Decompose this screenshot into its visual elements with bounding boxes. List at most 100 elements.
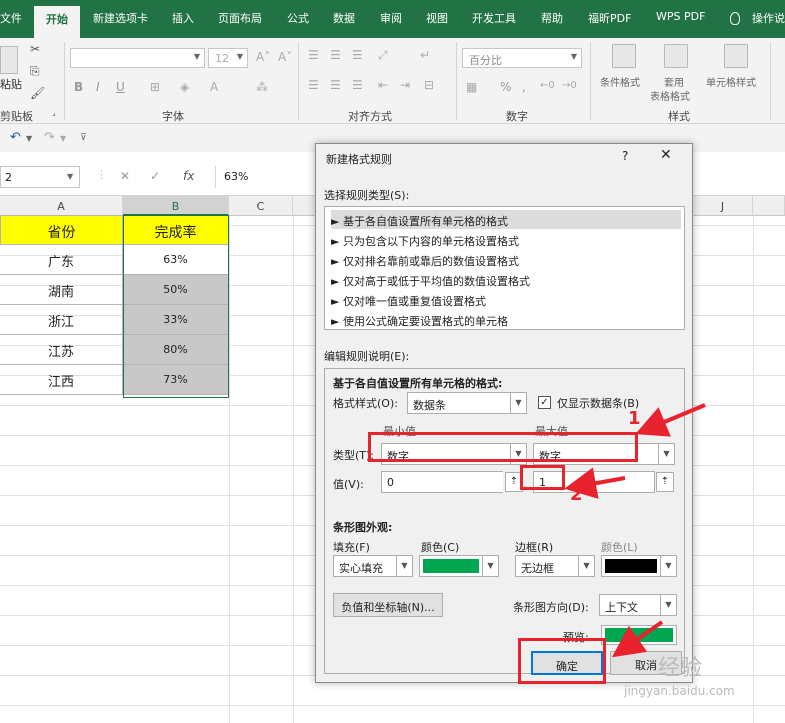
header-cell-rate[interactable]: 完成率: [123, 215, 229, 245]
tab-formulas[interactable]: 公式: [287, 10, 309, 26]
font-color-icon[interactable]: A: [210, 80, 218, 94]
ok-button[interactable]: 确定: [531, 651, 603, 675]
format-as-table-label-a[interactable]: 套用: [664, 74, 684, 89]
border-color-picker[interactable]: ▼: [601, 555, 677, 577]
format-style-select[interactable]: 数据条 ▼: [407, 392, 527, 414]
tab-foxit-pdf[interactable]: 福昕PDF: [588, 10, 631, 26]
tab-new[interactable]: 新建选项卡: [93, 10, 148, 26]
fill-type-select[interactable]: 实心填充 ▼: [333, 555, 413, 577]
align-left-icon[interactable]: ☰: [308, 78, 319, 92]
cell-styles-label[interactable]: 单元格样式: [706, 74, 756, 89]
list-item[interactable]: ► 仅对唯一值或重复值设置格式: [331, 290, 681, 309]
name-box[interactable]: 2 ▼: [0, 166, 80, 188]
tab-insert[interactable]: 插入: [172, 10, 194, 26]
close-icon[interactable]: ✕: [660, 147, 672, 163]
negative-axis-button[interactable]: 负值和坐标轴(N)...: [333, 593, 443, 617]
rate-cell[interactable]: 50%: [123, 275, 229, 305]
orientation-icon[interactable]: ⤢: [378, 48, 388, 63]
max-type-select[interactable]: 数字 ▼: [533, 443, 675, 465]
decrease-decimal-icon[interactable]: →0: [562, 80, 577, 91]
column-header-k[interactable]: [753, 196, 785, 216]
cancel-icon[interactable]: ✕: [120, 169, 130, 183]
comma-icon[interactable]: ,: [522, 80, 526, 94]
cell-styles-icon[interactable]: [724, 44, 748, 68]
province-cell[interactable]: 广东: [0, 245, 123, 275]
help-button[interactable]: ?: [622, 149, 628, 163]
tab-review[interactable]: 审阅: [380, 10, 402, 26]
wrap-text-icon[interactable]: ↵: [420, 48, 430, 62]
increase-decimal-icon[interactable]: ←0: [540, 80, 555, 91]
tab-data[interactable]: 数据: [333, 10, 355, 26]
align-top-icon[interactable]: ☰: [308, 48, 319, 62]
tab-wps-pdf[interactable]: WPS PDF: [656, 10, 705, 23]
copy-icon[interactable]: ⎘: [30, 64, 40, 79]
italic-button[interactable]: I: [96, 80, 100, 94]
max-collapse-icon[interactable]: ⇡: [656, 472, 674, 492]
align-right-icon[interactable]: ☰: [352, 78, 363, 92]
outdent-icon[interactable]: ⇥: [400, 78, 410, 92]
column-header-c[interactable]: C: [229, 196, 293, 216]
min-value-input[interactable]: 0: [381, 471, 503, 493]
tab-tell-me[interactable]: 操作说: [752, 10, 785, 26]
fill-color-icon[interactable]: ◈: [180, 80, 189, 94]
chevron-down-icon[interactable]: ▼: [26, 134, 32, 143]
shrink-font-icon[interactable]: A˅: [278, 50, 292, 64]
tab-file[interactable]: 文件: [0, 10, 22, 26]
grow-font-icon[interactable]: A˄: [256, 50, 270, 64]
cut-icon[interactable]: ✂: [30, 42, 40, 56]
list-item[interactable]: ► 使用公式确定要设置格式的单元格: [331, 310, 681, 329]
rule-type-list[interactable]: ► 基于各自值设置所有单元格的格式 ► 只为包含以下内容的单元格设置格式 ► 仅…: [324, 206, 685, 330]
enter-icon[interactable]: ✓: [150, 169, 160, 183]
tab-page-layout[interactable]: 页面布局: [218, 10, 262, 26]
fill-color-picker[interactable]: ▼: [419, 555, 499, 577]
list-item[interactable]: ► 仅对排名靠前或靠后的数值设置格式: [331, 250, 681, 269]
province-cell[interactable]: 浙江: [0, 305, 123, 335]
underline-button[interactable]: U: [116, 80, 125, 94]
header-cell-province[interactable]: 省份: [0, 215, 123, 245]
max-value-input[interactable]: 1: [533, 471, 655, 493]
min-type-select[interactable]: 数字 ▼: [381, 443, 527, 465]
number-format-select[interactable]: 百分比 ▼: [462, 48, 582, 68]
paste-icon[interactable]: [0, 46, 18, 74]
undo-icon[interactable]: ↶: [10, 130, 21, 145]
list-item[interactable]: ► 基于各自值设置所有单元格的格式: [331, 210, 681, 229]
tab-developer[interactable]: 开发工具: [472, 10, 516, 26]
rate-cell[interactable]: 80%: [123, 335, 229, 365]
customize-qat-icon[interactable]: ⊽: [80, 133, 87, 143]
font-size-input[interactable]: 12 ▼: [208, 48, 248, 68]
fx-icon[interactable]: fx: [183, 169, 194, 183]
align-center-icon[interactable]: ☰: [330, 78, 341, 92]
border-icon[interactable]: ⊞: [150, 80, 160, 94]
drag-handle-icon[interactable]: ⋮: [96, 168, 107, 181]
bold-button[interactable]: B: [74, 80, 83, 94]
tab-help[interactable]: 帮助: [541, 10, 563, 26]
province-cell[interactable]: 江苏: [0, 335, 123, 365]
align-bottom-icon[interactable]: ☰: [352, 48, 363, 62]
province-cell[interactable]: 江西: [0, 365, 123, 395]
border-type-select[interactable]: 无边框 ▼: [515, 555, 595, 577]
align-middle-icon[interactable]: ☰: [330, 48, 341, 62]
show-bar-only-checkbox[interactable]: ✓: [538, 396, 551, 409]
font-name-input[interactable]: ▼: [70, 48, 205, 68]
conditional-format-icon[interactable]: [612, 44, 636, 68]
column-header-b[interactable]: B: [123, 196, 229, 216]
percent-icon[interactable]: %: [500, 80, 511, 94]
indent-icon[interactable]: ⇤: [378, 78, 388, 92]
column-header-a[interactable]: A: [0, 196, 123, 216]
dialog-launcher-icon[interactable]: ⌟: [52, 108, 56, 117]
list-item[interactable]: ► 只为包含以下内容的单元格设置格式: [331, 230, 681, 249]
province-cell[interactable]: 湖南: [0, 275, 123, 305]
conditional-format-label[interactable]: 条件格式: [600, 74, 640, 89]
chevron-down-icon[interactable]: ▼: [60, 134, 66, 143]
redo-icon[interactable]: ↷: [44, 130, 55, 145]
list-item[interactable]: ► 仅对高于或低于平均值的数值设置格式: [331, 270, 681, 289]
rate-cell[interactable]: 73%: [123, 365, 229, 395]
format-as-table-icon[interactable]: [664, 44, 688, 68]
tab-home[interactable]: 开始: [34, 6, 80, 38]
currency-icon[interactable]: ▦: [466, 80, 477, 94]
min-collapse-icon[interactable]: ⇡: [505, 472, 523, 492]
direction-select[interactable]: 上下文 ▼: [599, 594, 677, 616]
tab-view[interactable]: 视图: [426, 10, 448, 26]
merge-icon[interactable]: ⊟: [424, 78, 434, 92]
phonetic-icon[interactable]: ⁂: [256, 80, 268, 94]
